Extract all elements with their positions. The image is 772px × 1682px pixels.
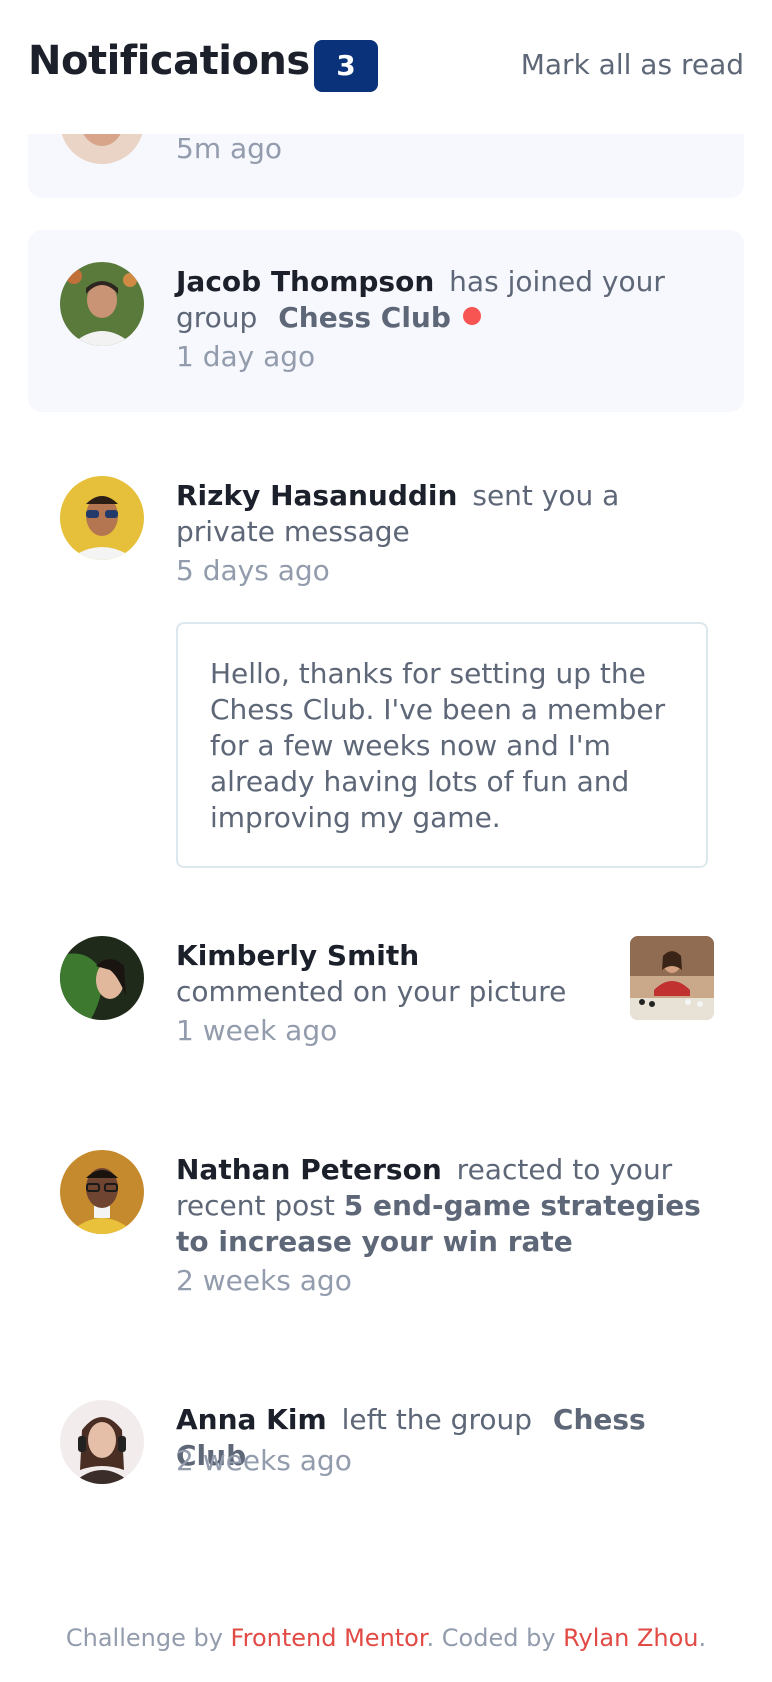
- notification-time: 1 week ago: [176, 1014, 338, 1047]
- notification-card[interactable]: Rizky Hasanuddin sent you a private mess…: [28, 444, 744, 872]
- frontend-mentor-link[interactable]: Frontend Mentor: [231, 1624, 427, 1652]
- notification-time: 2 weeks ago: [176, 1444, 352, 1477]
- notification-time: 2 weeks ago: [176, 1264, 352, 1297]
- notification-text: Nathan Peterson reacted to your recent p…: [176, 1152, 708, 1260]
- user-name[interactable]: Rizky Hasanuddin: [176, 479, 457, 512]
- user-name[interactable]: Anna Kim: [176, 1403, 327, 1436]
- user-name[interactable]: Jacob Thompson: [176, 265, 434, 298]
- page-title: Notifications: [28, 38, 310, 84]
- author-link[interactable]: Rylan Zhou: [563, 1624, 698, 1652]
- notification-time: 5m ago: [176, 132, 283, 165]
- footer-suffix: .: [698, 1624, 707, 1652]
- notification-time: 1 day ago: [176, 340, 316, 373]
- notification-card[interactable]: Anna Kim left the group Chess Club 2 wee…: [28, 1368, 744, 1518]
- user-name[interactable]: Nathan Peterson: [176, 1153, 442, 1186]
- avatar: [60, 1400, 144, 1484]
- mark-all-read-button[interactable]: Mark all as read: [521, 48, 744, 81]
- commented-picture-thumbnail[interactable]: [630, 936, 714, 1020]
- user-name[interactable]: Kimberly Smith: [176, 939, 419, 972]
- notification-time: 5 days ago: [176, 554, 330, 587]
- footer-middle: . Coded by: [426, 1624, 556, 1652]
- unread-count-badge: 3: [314, 40, 378, 92]
- avatar: [60, 262, 144, 346]
- avatar: [60, 1150, 144, 1234]
- group-link[interactable]: Chess Club: [278, 301, 451, 334]
- notification-card[interactable]: Kimberly Smith commented on your picture…: [28, 904, 744, 1086]
- notification-text: Rizky Hasanuddin sent you a private mess…: [176, 478, 676, 550]
- private-message-box[interactable]: Hello, thanks for setting up the Chess C…: [176, 622, 708, 868]
- notification-card[interactable]: Jacob Thompson has joined your group Che…: [28, 230, 744, 412]
- notification-text: Kimberly Smith commented on your picture: [176, 938, 586, 1010]
- avatar: [60, 936, 144, 1020]
- header: Notifications 3 Mark all as read: [0, 0, 772, 134]
- footer-prefix: Challenge by: [65, 1624, 223, 1652]
- notification-action: commented on your picture: [176, 975, 567, 1008]
- notification-action: left the group: [341, 1403, 532, 1436]
- avatar: [60, 476, 144, 560]
- attribution-footer: Challenge by Frontend Mentor. Coded by R…: [0, 1624, 772, 1652]
- notification-text: Jacob Thompson has joined your group Che…: [176, 264, 666, 336]
- notification-card[interactable]: Nathan Peterson reacted to your recent p…: [28, 1118, 744, 1336]
- unread-dot: [462, 307, 481, 325]
